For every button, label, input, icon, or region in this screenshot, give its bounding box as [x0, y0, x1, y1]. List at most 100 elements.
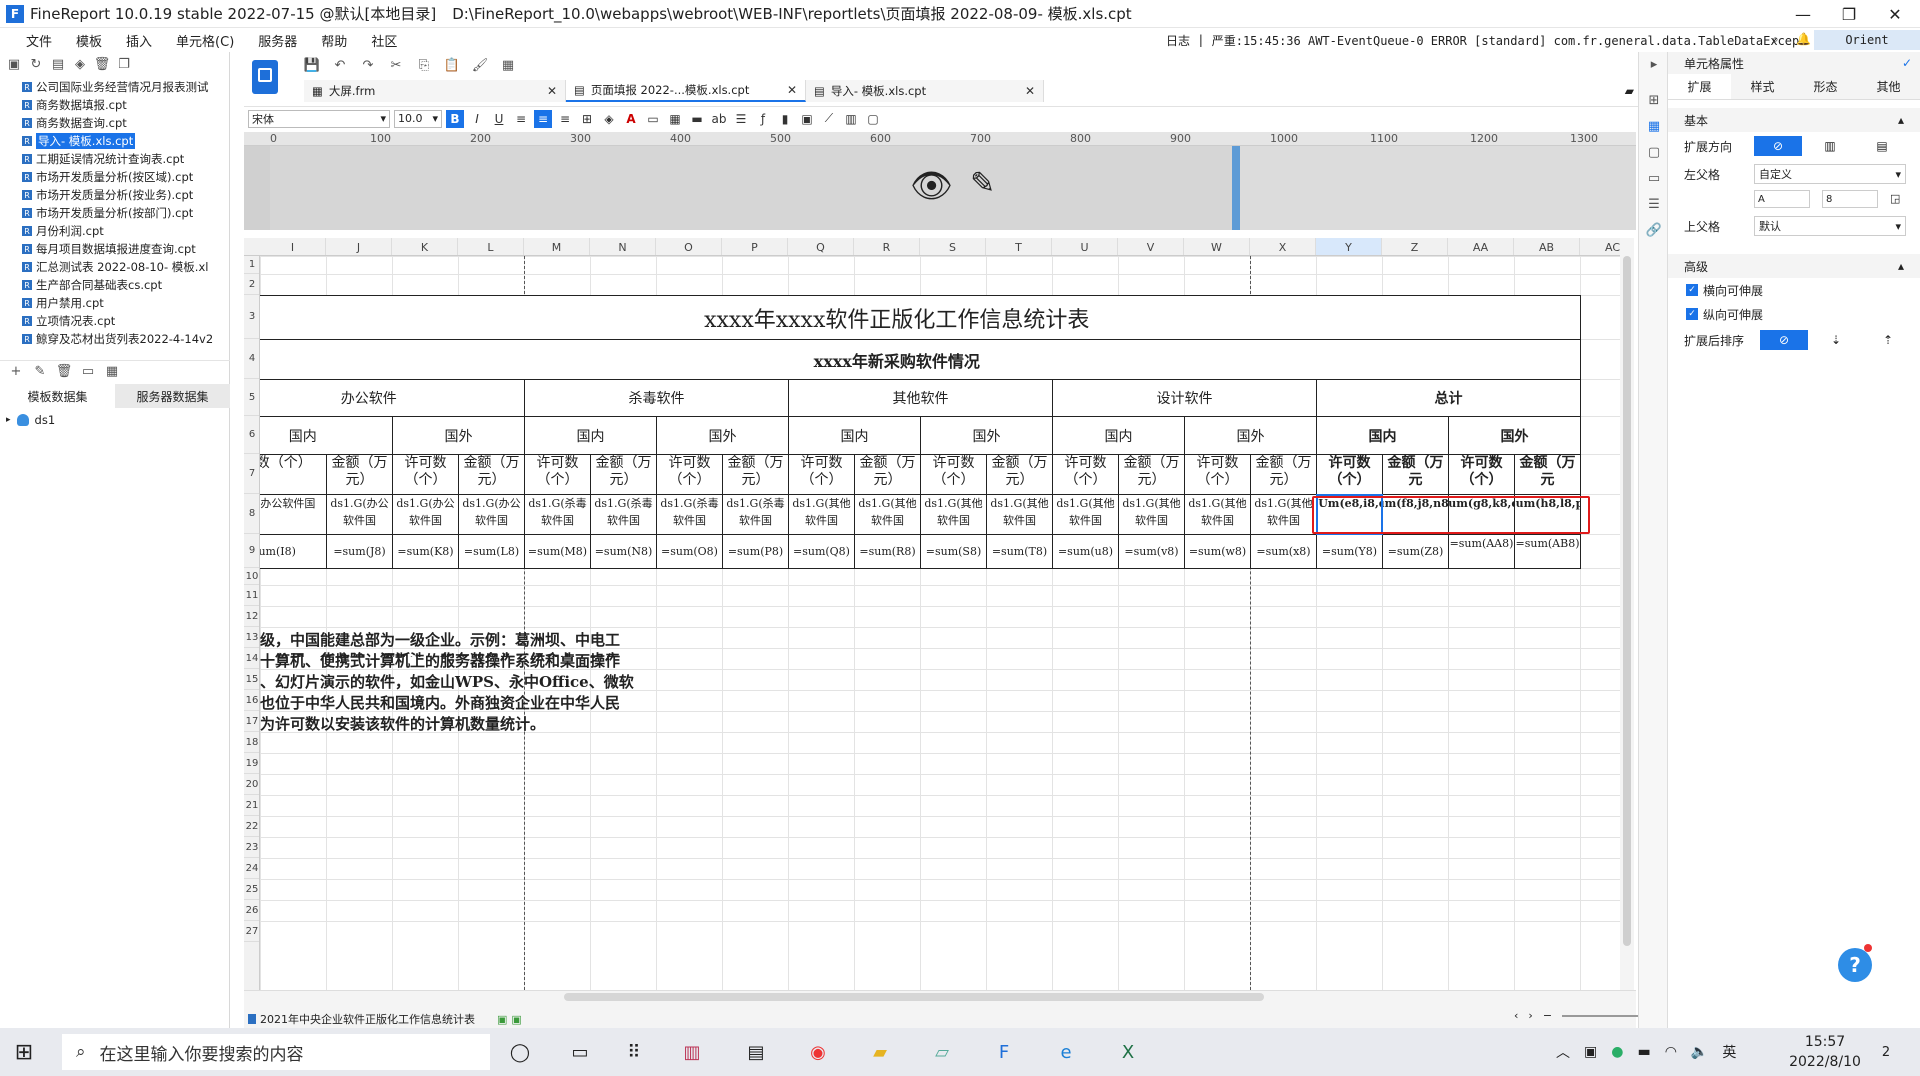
refresh-icon[interactable]: ↻ — [28, 56, 44, 72]
group-header-cell[interactable]: 其他软件 — [788, 379, 1053, 417]
copy-icon[interactable]: ❐ — [116, 56, 132, 72]
row-header-8[interactable]: 8 — [244, 494, 259, 534]
insert-row-icon[interactable]: ▬ — [688, 110, 706, 128]
expand-none-icon[interactable]: ⊘ — [1754, 136, 1802, 156]
row-header-17[interactable]: 17 — [244, 711, 259, 732]
group-header-cell[interactable]: 杀毒软件 — [524, 379, 789, 417]
row-header-26[interactable]: 26 — [244, 900, 259, 921]
pick-cell-icon[interactable]: ◲ — [1890, 192, 1900, 205]
tray-expand-icon[interactable]: ︿ — [1556, 1042, 1570, 1062]
menu-server[interactable]: 服务器 — [246, 31, 309, 50]
column-header-m[interactable]: M — [524, 238, 590, 255]
formula-cell-row9[interactable]: =sum(R8) — [854, 534, 921, 569]
note-text-line[interactable]: 为许可数以安装该软件的计算机数量统计。 — [260, 713, 980, 734]
row-header-18[interactable]: 18 — [244, 732, 259, 753]
tab-expand[interactable]: 扩展 — [1668, 74, 1731, 99]
metric-header-cell[interactable]: 金额（万元） — [722, 454, 789, 495]
note-text-line[interactable]: 十算机、便携式计算机上的服务器操作系统和桌面操作 — [260, 650, 980, 671]
data-cell-row8[interactable]: ds1.G(杀毒软件国 — [524, 494, 591, 535]
sheet-tab[interactable]: 2021年中央企业软件正版化工作信息统计表 ▣ ▣ — [248, 1011, 522, 1027]
horizontal-expandable-checkbox[interactable]: ✓ 横向可伸展 — [1668, 278, 1920, 302]
metric-header-cell[interactable]: 金额（万元） — [854, 454, 921, 495]
menu-help[interactable]: 帮助 — [309, 31, 359, 50]
copy-cell-icon[interactable]: ⎘ — [416, 57, 432, 73]
slash-icon[interactable]: ⟋ — [820, 110, 838, 128]
param-dataset-icon[interactable]: ▦ — [104, 364, 120, 380]
add-sheet-icon[interactable]: ▣ — [497, 1013, 507, 1026]
header-band-resize-handle[interactable] — [1232, 146, 1240, 230]
row-header-10[interactable]: 10 — [244, 568, 259, 585]
edit-pencil-icon[interactable]: ✎ — [970, 166, 995, 201]
formula-cell-row9[interactable]: =sum(Z8) — [1382, 534, 1449, 569]
region-header-cell[interactable]: 国内 — [1316, 416, 1449, 455]
formula-cell-row9[interactable]: =sum(AA8) — [1448, 534, 1515, 569]
tab-other[interactable]: 其他 — [1857, 74, 1920, 99]
unmerge-cell-icon[interactable]: ▦ — [666, 110, 684, 128]
template-file-item[interactable]: R 公司国际业务经营情况月报表测试 — [0, 78, 222, 96]
row-header-23[interactable]: 23 — [244, 837, 259, 858]
region-header-cell[interactable]: 国外 — [920, 416, 1053, 455]
column-header-w[interactable]: W — [1184, 238, 1250, 255]
formula-cell-row9[interactable]: =sum(w8) — [1184, 534, 1251, 569]
data-cell-row8[interactable]: ds1.G(其他软件国 — [1118, 494, 1185, 535]
data-cell-row8[interactable]: ds1.G(其他软件国 — [920, 494, 987, 535]
formula-cell-row9[interactable]: =sum(L8) — [458, 534, 525, 569]
template-file-item[interactable]: R 鲸穿及芯材出货列表2022-4-14v2 — [0, 330, 222, 348]
image-icon[interactable]: ▣ — [798, 110, 816, 128]
new-folder-icon[interactable]: ▣ — [6, 56, 22, 72]
tab-server-datasets[interactable]: 服务器数据集 — [115, 384, 230, 408]
cell-element-icon[interactable]: ⊞ — [1646, 92, 1662, 108]
metric-header-cell[interactable]: 许可数（个） — [1052, 454, 1119, 495]
align-center-icon[interactable]: ≡ — [534, 109, 552, 128]
formula-cell-row9[interactable]: =sum(P8) — [722, 534, 789, 569]
align-left-icon[interactable]: ≡ — [512, 110, 530, 128]
menu-template[interactable]: 模板 — [64, 31, 114, 50]
row-header-7[interactable]: 7 — [244, 454, 259, 494]
bold-button[interactable]: B — [446, 109, 464, 128]
region-header-cell[interactable]: 国内 — [1052, 416, 1185, 455]
row-header-15[interactable]: 15 — [244, 669, 259, 690]
row-header-2[interactable]: 2 — [244, 274, 259, 295]
preview-dataset-icon[interactable]: ▭ — [80, 364, 96, 380]
template-file-item[interactable]: R 市场开发质量分析(按区域).cpt — [0, 168, 222, 186]
chrome-icon[interactable]: ◉ — [804, 1038, 832, 1066]
edit-dataset-icon[interactable]: ✎ — [32, 364, 48, 380]
template-file-item[interactable]: R 生产部合同基础表cs.cpt — [0, 276, 222, 294]
formula-cell-row9[interactable]: =sum(O8) — [656, 534, 723, 569]
left-parent-column-input[interactable]: A — [1754, 190, 1810, 208]
menu-file[interactable]: 文件 — [0, 31, 64, 50]
taskbar-search-box[interactable]: ⌕ 在这里输入你要搜索的内容 — [62, 1034, 490, 1070]
metric-header-cell[interactable]: 金额（万元） — [458, 454, 525, 495]
region-header-cell[interactable]: 国外 — [656, 416, 789, 455]
close-tab-icon[interactable]: ✕ — [787, 83, 797, 97]
data-cell-row8[interactable]: ds1.G(其他软件国 — [854, 494, 921, 535]
column-header-j[interactable]: J — [326, 238, 392, 255]
tab-style[interactable]: 样式 — [1731, 74, 1794, 99]
data-cell-row8[interactable]: ds1.G(杀毒软件国 — [590, 494, 657, 535]
restore-button[interactable]: ❐ — [1826, 0, 1872, 28]
column-header-y[interactable]: Y — [1316, 238, 1382, 255]
row-header-20[interactable]: 20 — [244, 774, 259, 795]
notepad-icon[interactable]: ▱ — [928, 1038, 956, 1066]
metric-header-cell[interactable]: 金额（万元 — [1514, 454, 1581, 495]
data-cell-row8[interactable]: ds1.G(其他软件国 — [1250, 494, 1317, 535]
chart-icon[interactable]: ▮ — [776, 110, 794, 128]
database-app-icon[interactable]: ▥ — [678, 1038, 706, 1066]
file-explorer-icon[interactable]: ▰ — [866, 1038, 894, 1066]
winrar-icon[interactable]: ▤ — [742, 1038, 770, 1066]
tab-page-fill-template[interactable]: ▤ 页面填报 2022-...模板.xls.cpt ✕ — [566, 80, 806, 102]
row-header-13[interactable]: 13 — [244, 627, 259, 648]
metric-header-cell[interactable]: 许可数（个） — [788, 454, 855, 495]
metric-header-cell[interactable]: 许可数（个） — [392, 454, 459, 495]
help-button[interactable]: ? — [1838, 948, 1872, 982]
data-cell-row8[interactable]: ds1.G(杀毒软件国 — [722, 494, 789, 535]
formula-cell-row9[interactable]: =sum(J8) — [326, 534, 393, 569]
input-method-label[interactable]: 英 — [1722, 1042, 1736, 1062]
column-header-ab[interactable]: AB — [1514, 238, 1580, 255]
action-center-icon[interactable]: 2 — [1872, 1038, 1900, 1066]
windows-start-icon[interactable]: ⊞ — [0, 1028, 48, 1076]
finereport-taskbar-icon[interactable]: F — [990, 1038, 1018, 1066]
close-tab-icon[interactable]: ✕ — [547, 84, 557, 98]
expand-arrow-icon[interactable]: ▸ — [6, 415, 11, 425]
cell-attribute-icon[interactable]: ▦ — [1646, 118, 1662, 134]
